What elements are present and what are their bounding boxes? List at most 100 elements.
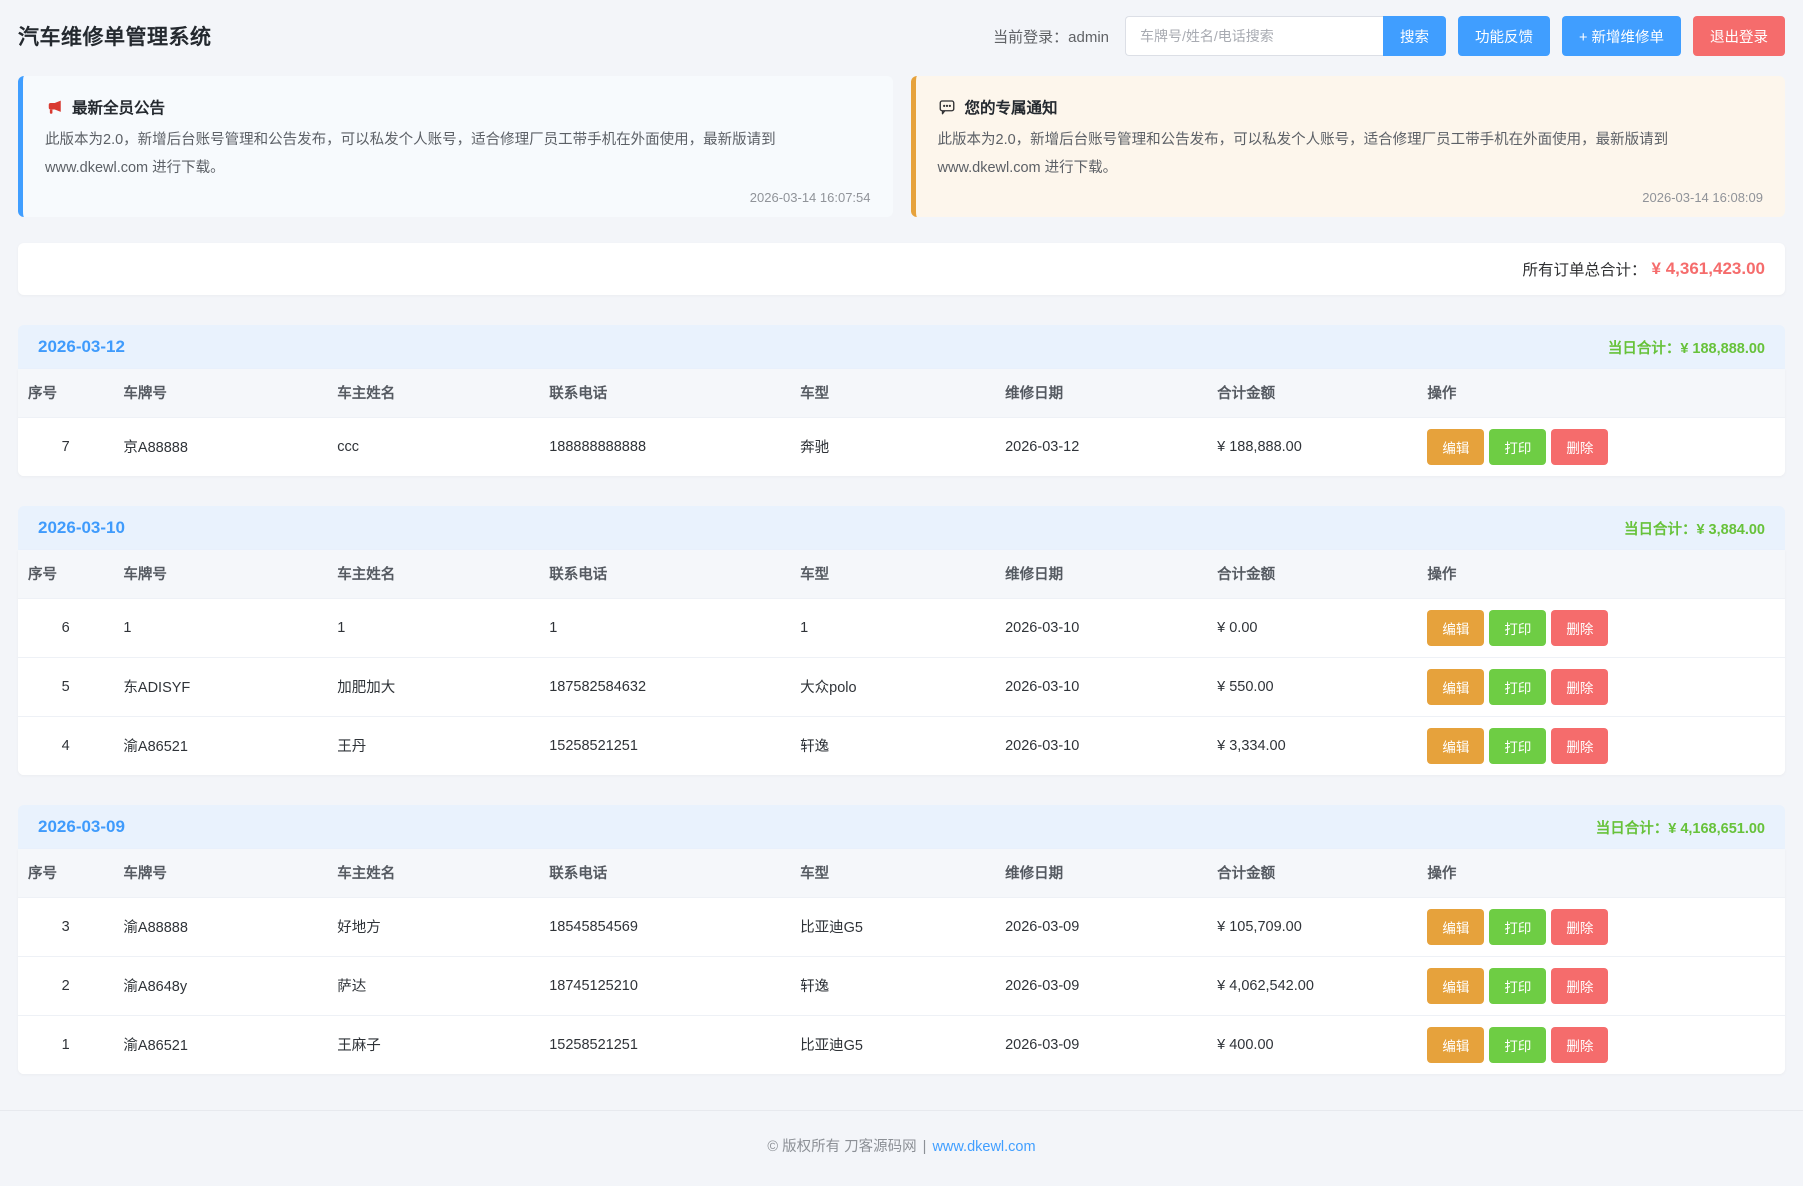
day-section-header: 2026-03-09 当日合计：¥ 4,168,651.00 (18, 805, 1785, 849)
edit-button[interactable]: 编辑 (1427, 1027, 1484, 1063)
logout-button[interactable]: 退出登录 (1693, 16, 1785, 56)
delete-button[interactable]: 删除 (1551, 909, 1608, 945)
cell-owner: 好地方 (327, 897, 539, 956)
daily-total-label: 当日合计： (1596, 821, 1669, 837)
cell-seq: 2 (18, 956, 113, 1015)
orders-grand-total-bar: 所有订单总合计： ¥ 4,361,423.00 (18, 243, 1785, 295)
column-header: 维修日期 (995, 849, 1207, 897)
cell-phone: 15258521251 (539, 1015, 790, 1074)
cell-seq: 1 (18, 1015, 113, 1074)
topbar-actions: 当前登录：admin 搜索 功能反馈 + 新增维修单 退出登录 (993, 16, 1785, 56)
cell-amount: ¥ 0.00 (1207, 598, 1417, 657)
column-header: 联系电话 (539, 849, 790, 897)
print-button[interactable]: 打印 (1489, 1027, 1546, 1063)
cell-owner: 王丹 (327, 716, 539, 775)
speech-bubble-icon (938, 98, 956, 116)
column-header: 车型 (790, 369, 995, 417)
footer-link[interactable]: www.dkewl.com (932, 1139, 1035, 1155)
cell-model: 轩逸 (790, 716, 995, 775)
login-label: 当前登录： (993, 29, 1068, 46)
cell-seq: 6 (18, 598, 113, 657)
search-button[interactable]: 搜索 (1383, 16, 1446, 56)
cell-actions: 编辑打印删除 (1417, 1015, 1785, 1074)
cell-amount: ¥ 4,062,542.00 (1207, 956, 1417, 1015)
cell-phone: 15258521251 (539, 716, 790, 775)
cell-phone: 188888888888 (539, 417, 790, 476)
add-repair-order-button[interactable]: + 新增维修单 (1562, 16, 1681, 56)
orders-table: 序号车牌号车主姓名联系电话车型维修日期合计金额操作 611112026-03-1… (18, 550, 1785, 775)
cell-model: 比亚迪G5 (790, 897, 995, 956)
cell-amount: ¥ 550.00 (1207, 657, 1417, 716)
day-section: 2026-03-09 当日合计：¥ 4,168,651.00 序号车牌号车主姓名… (18, 805, 1785, 1074)
table-header: 序号车牌号车主姓名联系电话车型维修日期合计金额操作 (18, 369, 1785, 417)
cell-owner: 加肥加大 (327, 657, 539, 716)
search-group: 搜索 (1125, 16, 1446, 56)
cell-actions: 编辑打印删除 (1417, 657, 1785, 716)
print-button[interactable]: 打印 (1489, 669, 1546, 705)
page-title: 汽车维修单管理系统 (18, 21, 212, 51)
column-header: 序号 (18, 369, 113, 417)
edit-button[interactable]: 编辑 (1427, 669, 1484, 705)
search-input[interactable] (1125, 16, 1383, 56)
orders-table-card: 序号车牌号车主姓名联系电话车型维修日期合计金额操作 611112026-03-1… (18, 550, 1785, 775)
cell-amount: ¥ 188,888.00 (1207, 417, 1417, 476)
print-button[interactable]: 打印 (1489, 728, 1546, 764)
cell-actions: 编辑打印删除 (1417, 598, 1785, 657)
cell-plate: 京A88888 (113, 417, 327, 476)
cell-model: 轩逸 (790, 956, 995, 1015)
login-status: 当前登录：admin (993, 26, 1109, 47)
print-button[interactable]: 打印 (1489, 968, 1546, 1004)
delete-button[interactable]: 删除 (1551, 728, 1608, 764)
order-row: 2渝A8648y萨达18745125210轩逸2026-03-09¥ 4,062… (18, 956, 1785, 1015)
order-row: 611112026-03-10¥ 0.00编辑打印删除 (18, 598, 1785, 657)
order-row: 3渝A88888好地方18545854569比亚迪G52026-03-09¥ 1… (18, 897, 1785, 956)
print-button[interactable]: 打印 (1489, 610, 1546, 646)
column-header: 车主姓名 (327, 849, 539, 897)
delete-button[interactable]: 删除 (1551, 669, 1608, 705)
edit-button[interactable]: 编辑 (1427, 429, 1484, 465)
cell-phone: 1 (539, 598, 790, 657)
delete-button[interactable]: 删除 (1551, 429, 1608, 465)
feedback-button[interactable]: 功能反馈 (1458, 16, 1550, 56)
edit-button[interactable]: 编辑 (1427, 909, 1484, 945)
section-date: 2026-03-10 (38, 518, 125, 538)
copyright-text: © 版权所有 刀客源码网 (767, 1139, 916, 1155)
edit-button[interactable]: 编辑 (1427, 968, 1484, 1004)
column-header: 操作 (1417, 849, 1785, 897)
announcement-title: 最新全员公告 (72, 96, 165, 118)
cell-plate: 渝A86521 (113, 716, 327, 775)
section-date: 2026-03-09 (38, 817, 125, 837)
delete-button[interactable]: 删除 (1551, 968, 1608, 1004)
delete-button[interactable]: 删除 (1551, 1027, 1608, 1063)
edit-button[interactable]: 编辑 (1427, 728, 1484, 764)
day-sections: 2026-03-12 当日合计： ¥ 188,888.00 序号车牌号车主姓名联系… (0, 325, 1803, 1074)
app-header: 汽车维修单管理系统 当前登录：admin 搜索 功能反馈 + 新增维修单 退出登… (0, 0, 1803, 66)
cell-date: 2026-03-10 (995, 716, 1207, 775)
column-header: 车型 (790, 550, 995, 598)
cell-date: 2026-03-12 (995, 417, 1207, 476)
cell-model: 1 (790, 598, 995, 657)
announcement-timestamp: 2026-03-14 16:07:54 (45, 190, 871, 205)
megaphone-icon (45, 98, 63, 116)
footer-separator: | (923, 1139, 927, 1155)
cell-date: 2026-03-09 (995, 1015, 1207, 1074)
column-header: 操作 (1417, 369, 1785, 417)
column-header: 维修日期 (995, 550, 1207, 598)
print-button[interactable]: 打印 (1489, 429, 1546, 465)
delete-button[interactable]: 删除 (1551, 610, 1608, 646)
daily-total: 当日合计：¥ 4,168,651.00 (1596, 817, 1765, 838)
orders-table: 序号车牌号车主姓名联系电话车型维修日期合计金额操作 7京A88888ccc188… (18, 369, 1785, 476)
announcement-title-row: 最新全员公告 (45, 96, 871, 118)
cell-actions: 编辑打印删除 (1417, 716, 1785, 775)
section-date: 2026-03-12 (38, 337, 125, 357)
orders-table: 序号车牌号车主姓名联系电话车型维修日期合计金额操作 3渝A88888好地方185… (18, 849, 1785, 1074)
cell-actions: 编辑打印删除 (1417, 956, 1785, 1015)
column-header: 合计金额 (1207, 550, 1417, 598)
orders-table-card: 序号车牌号车主姓名联系电话车型维修日期合计金额操作 3渝A88888好地方185… (18, 849, 1785, 1074)
cell-seq: 4 (18, 716, 113, 775)
edit-button[interactable]: 编辑 (1427, 610, 1484, 646)
print-button[interactable]: 打印 (1489, 909, 1546, 945)
column-header: 维修日期 (995, 369, 1207, 417)
cell-seq: 7 (18, 417, 113, 476)
cell-phone: 18745125210 (539, 956, 790, 1015)
